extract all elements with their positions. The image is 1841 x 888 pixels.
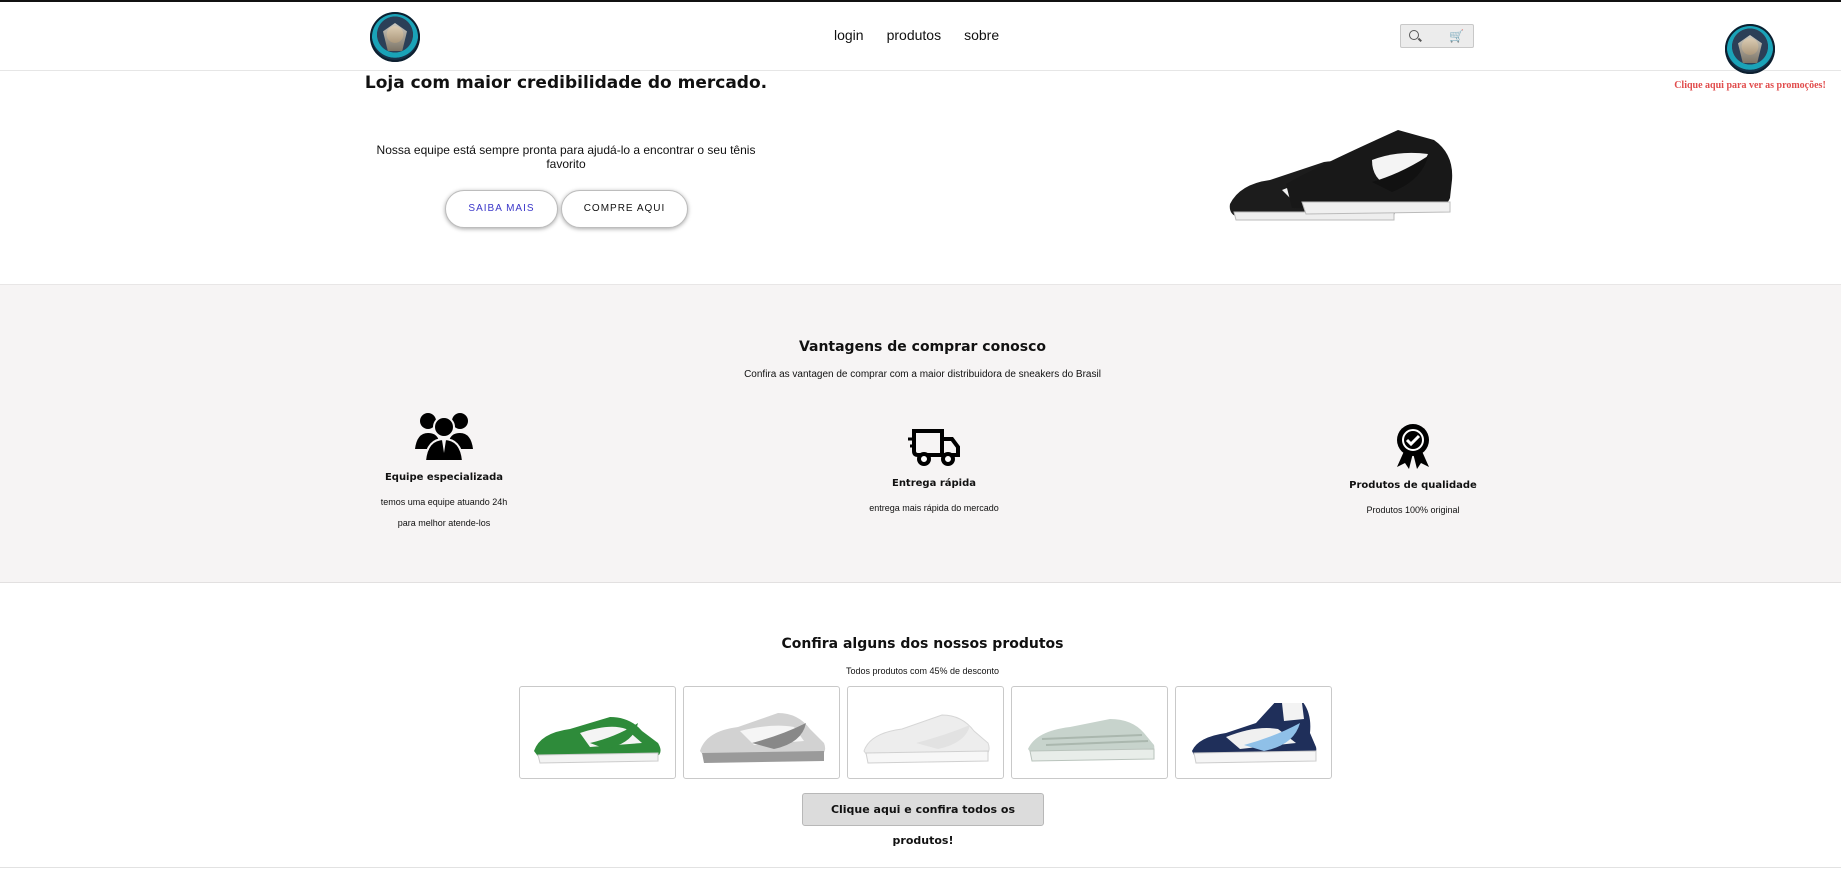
advantage-team-desc-line-1: temos uma equipe atuando 24h [380,497,508,507]
advantages-section: Vantagens de comprar conosco Confira as … [0,284,1841,583]
main-nav: login produtos sobre [834,27,999,43]
hero-shoe-image [1229,130,1453,221]
hero-title: Loja com maior credibilidade do mercado. [364,73,768,93]
advantage-team-desc-line-2: para melhor atende-los [397,518,491,528]
saiba-mais-button[interactable]: SAIBA MAIS [445,190,558,228]
promo-logo[interactable] [1725,24,1775,74]
advantage-team-title: Equipe especializada [384,472,504,483]
advantage-quality: Produtos de qualidade Produtos 100% orig… [1333,423,1493,521]
advantage-team-desc: temos uma equipe atuando 24h para melhor… [360,492,528,534]
nav-sobre[interactable]: sobre [964,27,999,43]
nav-login[interactable]: login [834,27,864,43]
advantages-title: Vantagens de comprar conosco [798,339,1047,355]
products-subtitle: Todos produtos com 45% de desconto [845,666,1000,676]
divider [0,867,1841,868]
advantage-team: Equipe especializada temos uma equipe at… [360,409,528,534]
team-icon [415,413,473,462]
advantage-delivery: Entrega rápida entrega mais rápida do me… [854,427,1014,519]
compre-aqui-button[interactable]: COMPRE AQUI [561,190,688,228]
product-cards [519,686,1332,779]
advantages-subtitle: Confira as vantagen de comprar com a mai… [744,369,1101,380]
advantage-delivery-desc: entrega mais rápida do mercado [869,503,999,513]
site-header: login produtos sobre 🛒 [0,2,1841,71]
promo-link[interactable]: Clique aqui para ver as promoções! [1672,80,1828,91]
hero-subtitle: Nossa equipe está sempre pronta para aju… [376,143,756,171]
product-card-green-dunk[interactable] [519,686,676,779]
cart-icon[interactable]: 🛒 [1449,29,1464,43]
search-box[interactable]: 🛒 [1400,24,1474,48]
logo[interactable] [370,12,420,62]
product-card-jordan-1[interactable] [1175,686,1332,779]
nav-produtos[interactable]: produtos [887,27,941,43]
advantage-delivery-title: Entrega rápida [891,478,976,489]
truck-icon [908,429,960,466]
advantage-quality-desc: Produtos 100% original [1366,505,1460,515]
advantage-quality-title: Produtos de qualidade [1349,480,1477,491]
product-card-grey-air-max[interactable] [683,686,840,779]
badge-icon [1397,424,1429,469]
products-title: Confira alguns dos nossos produtos [781,636,1064,652]
product-card-white-air-force[interactable] [847,686,1004,779]
product-card-air-max-97[interactable] [1011,686,1168,779]
view-all-products-button[interactable]: Clique aqui e confira todos os produtos! [802,793,1044,847]
search-icon[interactable] [1409,30,1419,40]
